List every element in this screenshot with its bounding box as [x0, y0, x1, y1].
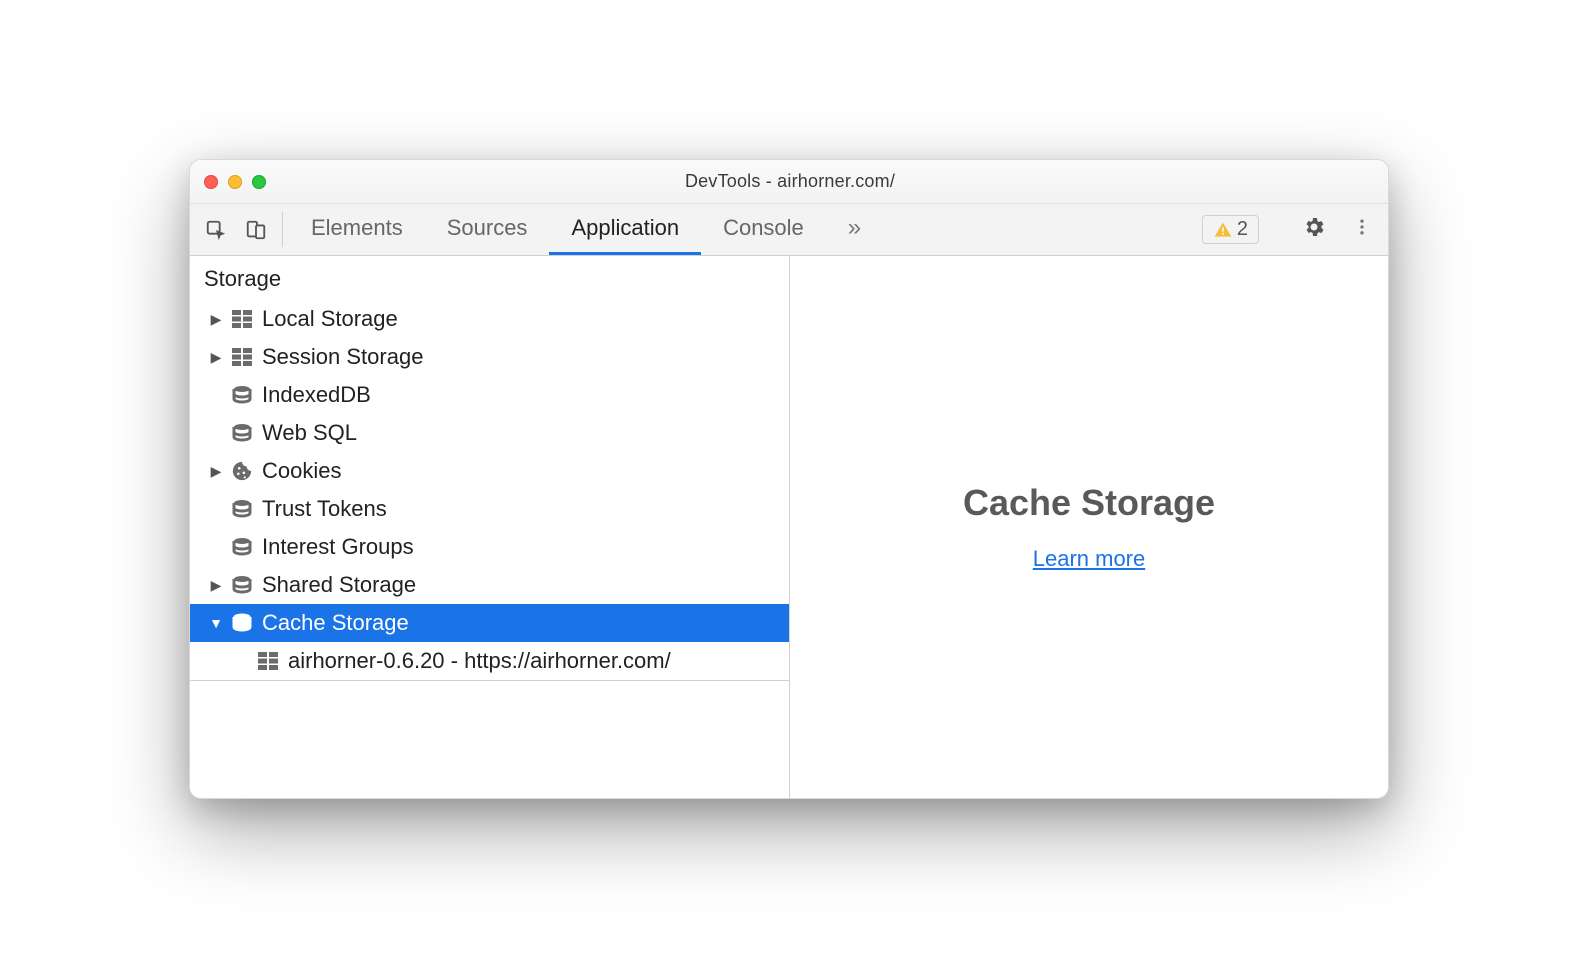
- kebab-menu-icon: [1352, 217, 1372, 242]
- device-toggle-icon[interactable]: [236, 204, 276, 255]
- database-icon: [230, 613, 254, 633]
- sidebar-item-label: Trust Tokens: [262, 496, 387, 522]
- minimize-window-button[interactable]: [228, 175, 242, 189]
- gear-icon: [1302, 215, 1326, 244]
- maximize-window-button[interactable]: [252, 175, 266, 189]
- sidebar-item-websql[interactable]: Web SQL: [190, 414, 789, 452]
- panel: Storage ▶ Local Storage ▶ Session Storag…: [190, 256, 1388, 798]
- tab-elements[interactable]: Elements: [289, 204, 425, 255]
- section-header-storage: Storage: [190, 256, 789, 296]
- sidebar-item-interest-groups[interactable]: Interest Groups: [190, 528, 789, 566]
- grid-icon: [230, 348, 254, 366]
- database-icon: [230, 423, 254, 443]
- expand-arrow-icon: ▶: [210, 463, 222, 480]
- sidebar-item-label: Cache Storage: [262, 610, 409, 636]
- sidebar-item-label: Local Storage: [262, 306, 398, 332]
- sidebar-item-label: Session Storage: [262, 344, 423, 370]
- warnings-badge[interactable]: 2: [1202, 215, 1259, 244]
- sidebar: Storage ▶ Local Storage ▶ Session Storag…: [190, 256, 790, 798]
- grid-icon: [230, 310, 254, 328]
- traffic-lights: [204, 175, 266, 189]
- cookie-icon: [230, 460, 254, 482]
- sidebar-item-trust-tokens[interactable]: Trust Tokens: [190, 490, 789, 528]
- settings-button[interactable]: [1294, 204, 1334, 255]
- sidebar-item-label: Web SQL: [262, 420, 357, 446]
- tab-console[interactable]: Console: [701, 204, 826, 255]
- expand-arrow-icon: ▶: [210, 311, 222, 328]
- window-title: DevTools - airhorner.com/: [266, 171, 1314, 192]
- grid-icon: [256, 652, 280, 670]
- warning-icon: [1213, 220, 1233, 240]
- sidebar-item-label: airhorner-0.6.20 - https://airhorner.com…: [288, 648, 671, 674]
- sidebar-item-shared-storage[interactable]: ▶ Shared Storage: [190, 566, 789, 604]
- sidebar-item-label: Interest Groups: [262, 534, 414, 560]
- expand-arrow-icon: ▶: [210, 349, 222, 366]
- main-content: Cache Storage Learn more: [790, 256, 1388, 798]
- sidebar-item-label: IndexedDB: [262, 382, 371, 408]
- content-title: Cache Storage: [963, 482, 1215, 524]
- tab-application[interactable]: Application: [549, 204, 701, 255]
- sidebar-item-session-storage[interactable]: ▶ Session Storage: [190, 338, 789, 376]
- database-icon: [230, 385, 254, 405]
- warnings-count: 2: [1237, 218, 1248, 241]
- database-icon: [230, 537, 254, 557]
- sidebar-item-local-storage[interactable]: ▶ Local Storage: [190, 300, 789, 338]
- storage-tree: ▶ Local Storage ▶ Session Storage: [190, 296, 789, 681]
- titlebar: DevTools - airhorner.com/: [190, 160, 1388, 204]
- chevron-double-right-icon: »: [848, 214, 861, 242]
- database-icon: [230, 575, 254, 595]
- toolbar: Elements Sources Application Console » 2: [190, 204, 1388, 256]
- expand-arrow-icon: ▶: [210, 577, 222, 594]
- devtools-window: DevTools - airhorner.com/ Elements Sourc…: [189, 159, 1389, 799]
- sidebar-item-cookies[interactable]: ▶ Cookies: [190, 452, 789, 490]
- inspect-element-icon[interactable]: [196, 204, 236, 255]
- sidebar-item-label: Cookies: [262, 458, 341, 484]
- close-window-button[interactable]: [204, 175, 218, 189]
- more-menu-button[interactable]: [1342, 204, 1382, 255]
- learn-more-link[interactable]: Learn more: [1033, 546, 1146, 572]
- sidebar-item-label: Shared Storage: [262, 572, 416, 598]
- toolbar-divider: [282, 212, 283, 247]
- sidebar-item-cache-entry[interactable]: airhorner-0.6.20 - https://airhorner.com…: [190, 642, 789, 681]
- database-icon: [230, 499, 254, 519]
- collapse-arrow-icon: ▼: [210, 615, 222, 631]
- sidebar-item-cache-storage[interactable]: ▼ Cache Storage: [190, 604, 789, 642]
- tab-overflow[interactable]: »: [826, 204, 883, 255]
- sidebar-item-indexeddb[interactable]: IndexedDB: [190, 376, 789, 414]
- tab-sources[interactable]: Sources: [425, 204, 550, 255]
